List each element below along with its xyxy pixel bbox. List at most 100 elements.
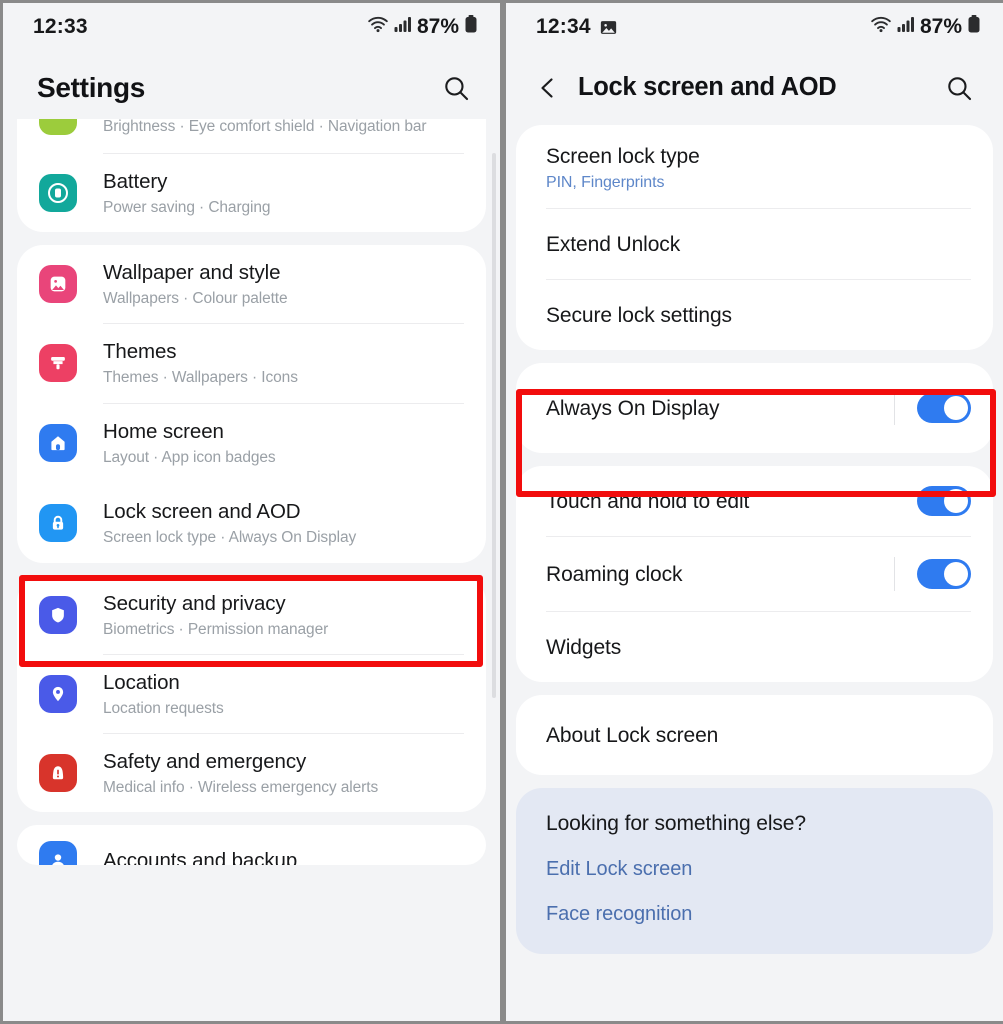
- settings-item-label: Lock screen and AOD: [103, 499, 301, 523]
- settings-item-subtitle: Screen lock type · Always On Display: [103, 528, 357, 546]
- settings-item-subtitle: Biometrics · Permission manager: [103, 620, 329, 638]
- settings-item-wallpaper-and-style[interactable]: Wallpaper and style Wallpapers · Colour …: [17, 245, 486, 323]
- location-pin-icon: [39, 675, 77, 714]
- battery-percent: 87%: [416, 15, 459, 38]
- settings-panel: 12:33 87% Settings Brightness · Eye comf…: [3, 3, 500, 1021]
- group-about: About Lock screen: [516, 695, 993, 776]
- settings-group-security: Security and privacy Biometrics · Permis…: [17, 575, 486, 813]
- status-indicators: 87%: [367, 14, 478, 40]
- settings-group-display-battery: Brightness · Eye comfort shield · Naviga…: [17, 119, 486, 233]
- lock-screen-aod-panel: 12:34 87% Lock screen and AOD Screen loc…: [506, 3, 1003, 1021]
- signal-bars-icon: [394, 16, 412, 39]
- group-lock-options: Touch and hold to edit Roaming clock Wid…: [516, 466, 993, 683]
- settings-group-personalization: Wallpaper and style Wallpapers · Colour …: [17, 245, 486, 563]
- settings-item-subtitle: Wallpapers · Colour palette: [103, 290, 288, 308]
- screenshot-image-icon: [600, 19, 617, 36]
- toggle-touch-and-hold-to-edit[interactable]: [917, 486, 971, 517]
- status-time: 12:33: [33, 15, 88, 38]
- row-sublabel: PIN, Fingerprints: [546, 174, 665, 192]
- settings-list: Brightness · Eye comfort shield · Naviga…: [3, 119, 500, 866]
- settings-group-accounts: Accounts and backup: [17, 825, 486, 866]
- settings-item-label: Accounts and backup: [103, 848, 298, 866]
- screenshot-root: 12:33 87% Settings Brightness · Eye comf…: [0, 0, 1003, 1024]
- row-extend-unlock[interactable]: Extend Unlock: [516, 209, 993, 279]
- battery-icon: [464, 14, 478, 40]
- row-label: Roaming clock: [546, 562, 683, 586]
- toggle-always-on-display[interactable]: [917, 393, 971, 424]
- suggestion-card: Looking for something else? Edit Lock sc…: [516, 788, 993, 955]
- display-icon: [39, 119, 77, 135]
- row-about-lock-screen[interactable]: About Lock screen: [516, 695, 993, 775]
- row-secure-lock-settings[interactable]: Secure lock settings: [516, 280, 993, 350]
- settings-item-display[interactable]: Brightness · Eye comfort shield · Naviga…: [17, 119, 486, 153]
- row-label: Always On Display: [546, 396, 720, 420]
- row-screen-lock-type[interactable]: Screen lock type PIN, Fingerprints: [516, 125, 993, 208]
- toggle-knob: [944, 489, 968, 514]
- settings-item-battery[interactable]: Battery Power saving · Charging: [17, 154, 486, 232]
- status-time: 12:34: [536, 15, 591, 38]
- status-indicators: 87%: [870, 14, 981, 40]
- lock-screen-list: Screen lock type PIN, Fingerprints Exten…: [506, 125, 1003, 955]
- wallpaper-icon: [39, 265, 77, 304]
- wifi-icon: [367, 15, 389, 39]
- settings-item-label: Safety and emergency: [103, 750, 307, 774]
- row-label: Screen lock type: [546, 145, 700, 168]
- link-edit-lock-screen[interactable]: Edit Lock screen: [546, 858, 963, 881]
- settings-item-safety-and-emergency[interactable]: Safety and emergency Medical info · Wire…: [17, 734, 486, 812]
- settings-header: Settings: [3, 51, 500, 125]
- emergency-icon: [39, 754, 77, 793]
- link-face-recognition[interactable]: Face recognition: [546, 903, 963, 926]
- row-label: Widgets: [546, 635, 622, 659]
- row-label: Touch and hold to edit: [546, 489, 750, 513]
- settings-item-label: Themes: [103, 340, 177, 364]
- battery-settings-icon: [39, 174, 77, 213]
- row-separator: [894, 391, 895, 426]
- settings-item-label: Battery: [103, 170, 168, 193]
- settings-item-subtitle: Power saving · Charging: [103, 199, 271, 217]
- settings-item-security-and-privacy[interactable]: Security and privacy Biometrics · Permis…: [17, 576, 486, 654]
- scrollbar-left[interactable]: [492, 153, 496, 698]
- suggestion-title: Looking for something else?: [546, 812, 806, 836]
- accounts-icon: [39, 841, 77, 866]
- battery-percent: 87%: [919, 15, 962, 38]
- settings-item-subtitle: Themes · Wallpapers · Icons: [103, 369, 298, 387]
- row-label: About Lock screen: [546, 723, 719, 747]
- settings-item-lock-screen-and-aod[interactable]: Lock screen and AOD Screen lock type · A…: [17, 483, 486, 563]
- settings-item-subtitle: Brightness · Eye comfort shield · Naviga…: [103, 119, 427, 135]
- row-roaming-clock[interactable]: Roaming clock: [516, 537, 993, 611]
- settings-item-location[interactable]: Location Location requests: [17, 655, 486, 733]
- settings-item-subtitle: Medical info · Wireless emergency alerts: [103, 779, 379, 797]
- panel-divider: [500, 0, 503, 1024]
- row-label: Extend Unlock: [546, 232, 681, 256]
- settings-item-subtitle: Layout · App icon badges: [103, 448, 276, 466]
- row-always-on-display[interactable]: Always On Display: [516, 363, 993, 453]
- signal-bars-icon: [897, 16, 915, 39]
- toggle-knob: [944, 562, 968, 587]
- settings-item-home-screen[interactable]: Home screen Layout · App icon badges: [17, 404, 486, 482]
- settings-item-label: Wallpaper and style: [103, 261, 281, 285]
- row-touch-and-hold-to-edit[interactable]: Touch and hold to edit: [516, 466, 993, 536]
- row-widgets[interactable]: Widgets: [516, 612, 993, 682]
- wifi-icon: [870, 15, 892, 39]
- back-chevron-icon[interactable]: [532, 72, 564, 104]
- settings-item-themes[interactable]: Themes Themes · Wallpapers · Icons: [17, 324, 486, 402]
- page-title: Settings: [37, 72, 146, 103]
- toggle-knob: [944, 396, 968, 421]
- toggle-roaming-clock[interactable]: [917, 559, 971, 590]
- group-always-on-display: Always On Display: [516, 363, 993, 454]
- row-label: Secure lock settings: [546, 303, 732, 327]
- settings-item-label: Home screen: [103, 419, 224, 443]
- search-icon[interactable]: [941, 70, 977, 106]
- battery-icon: [967, 14, 981, 40]
- settings-item-accounts-and-backup[interactable]: Accounts and backup: [17, 825, 486, 866]
- group-lock-basics: Screen lock type PIN, Fingerprints Exten…: [516, 125, 993, 351]
- settings-item-subtitle: Location requests: [103, 699, 224, 717]
- status-bar-left: 12:33 87%: [3, 3, 500, 51]
- settings-item-label: Location: [103, 670, 180, 694]
- row-separator: [894, 557, 895, 592]
- shield-icon: [39, 595, 77, 634]
- search-icon[interactable]: [438, 70, 474, 106]
- lock-screen-header: Lock screen and AOD: [506, 51, 1003, 125]
- settings-item-label: Security and privacy: [103, 591, 286, 615]
- status-bar-right: 12:34 87%: [506, 3, 1003, 51]
